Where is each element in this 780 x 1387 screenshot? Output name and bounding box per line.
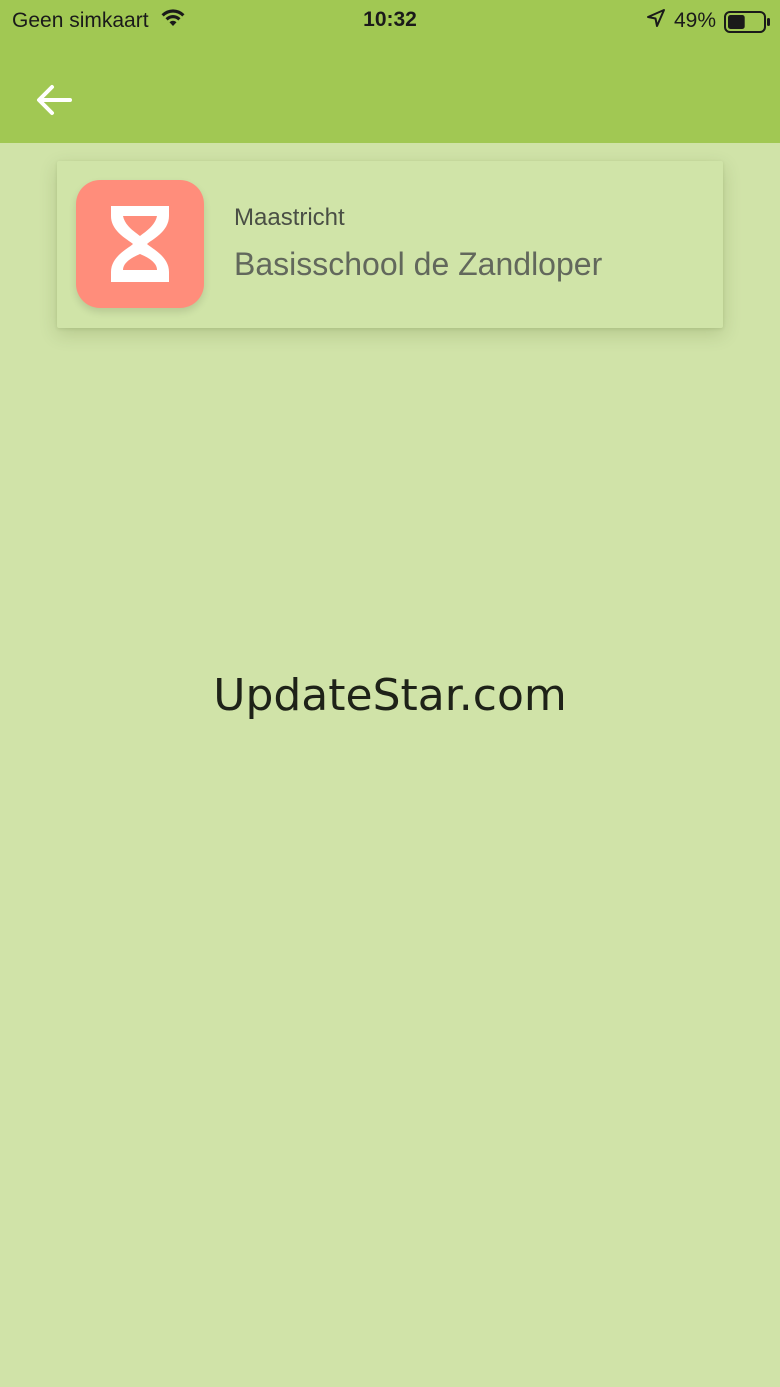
school-card[interactable]: Maastricht Basisschool de Zandloper: [57, 161, 723, 328]
back-button[interactable]: [32, 78, 82, 122]
app-header: Geen simkaart 10:32 49%: [0, 0, 780, 143]
school-name: Basisschool de Zandloper: [234, 246, 603, 282]
location-arrow-icon: [646, 8, 666, 34]
school-city: Maastricht: [234, 204, 345, 231]
status-bar: Geen simkaart 10:32 49%: [0, 0, 780, 40]
arrow-left-icon: [32, 85, 76, 126]
battery-icon: [724, 11, 770, 33]
status-indicators: 49%: [646, 8, 770, 34]
watermark-text: UpdateStar.com: [213, 670, 567, 721]
school-logo: [76, 180, 204, 308]
battery-percent: 49%: [673, 9, 716, 32]
